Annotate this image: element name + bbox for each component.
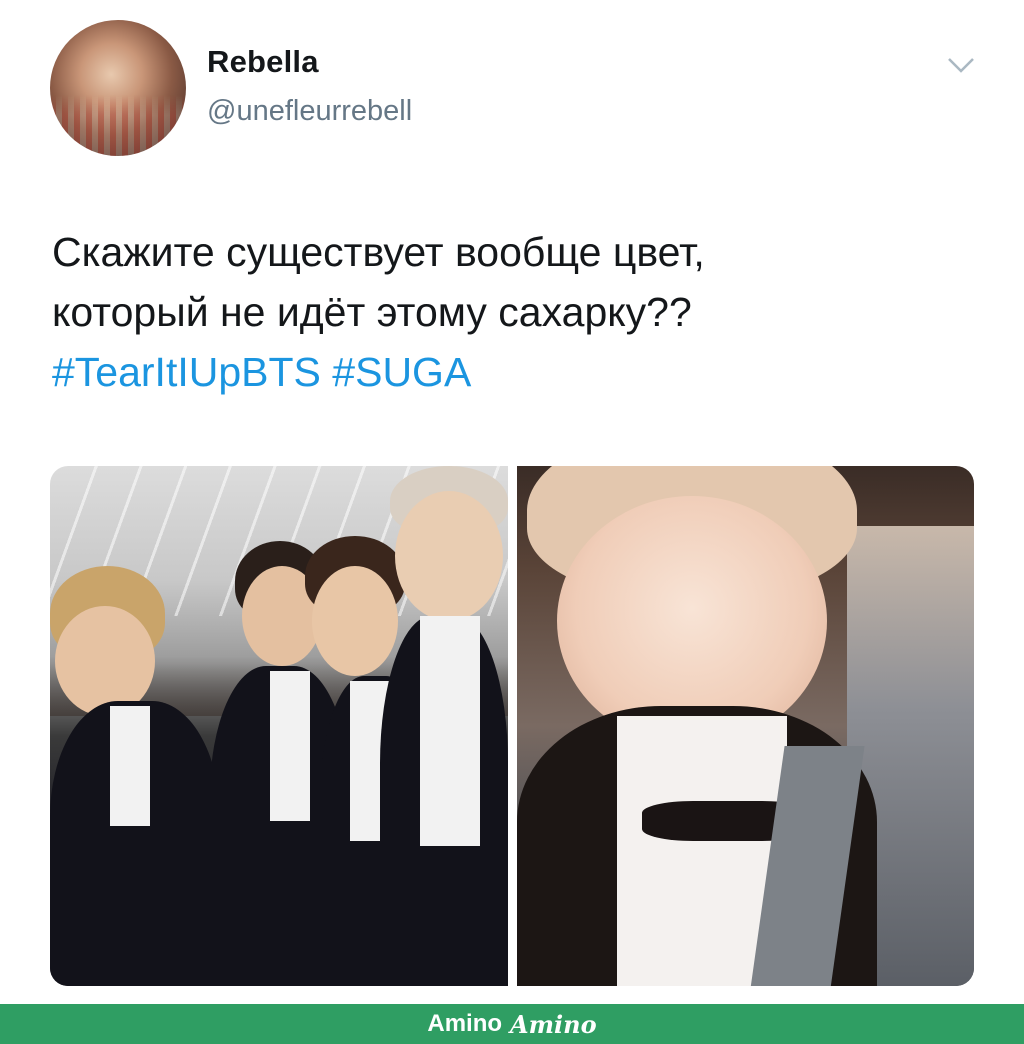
hashtag-line: #TearItIUpBTS #SUGA — [52, 342, 972, 402]
tweet-photo-1[interactable] — [50, 466, 508, 986]
hashtag-link[interactable]: #TearItIUpBTS — [52, 349, 321, 395]
photo-figure — [270, 671, 310, 821]
photo-figure — [395, 491, 503, 621]
photo-figure — [420, 616, 480, 846]
avatar-image — [50, 20, 186, 156]
footer-label: Amino — [427, 1010, 503, 1037]
avatar[interactable] — [50, 20, 186, 156]
tweet-text-line: Скажите существует вообще цвет, — [52, 229, 705, 275]
chevron-down-icon[interactable] — [946, 54, 976, 76]
tweet-photo-2[interactable] — [517, 466, 974, 986]
tweet-card: Rebella @unefleurrebell Скажите существу… — [0, 0, 1024, 1044]
watermark-bar: Amino Amino — [0, 1004, 1024, 1044]
tweet-text-line: который не идёт этому сахарку?? — [52, 289, 692, 335]
photo-figure — [110, 706, 150, 826]
photo-figure — [55, 606, 155, 716]
tweet-text: Скажите существует вообще цвет, который … — [52, 222, 972, 402]
hashtag-link[interactable]: #SUGA — [332, 349, 471, 395]
photo-figure — [312, 566, 398, 676]
display-name[interactable]: Rebella — [207, 44, 319, 80]
user-handle[interactable]: @unefleurrebell — [207, 95, 412, 128]
amino-logo: Amino — [510, 1009, 597, 1039]
